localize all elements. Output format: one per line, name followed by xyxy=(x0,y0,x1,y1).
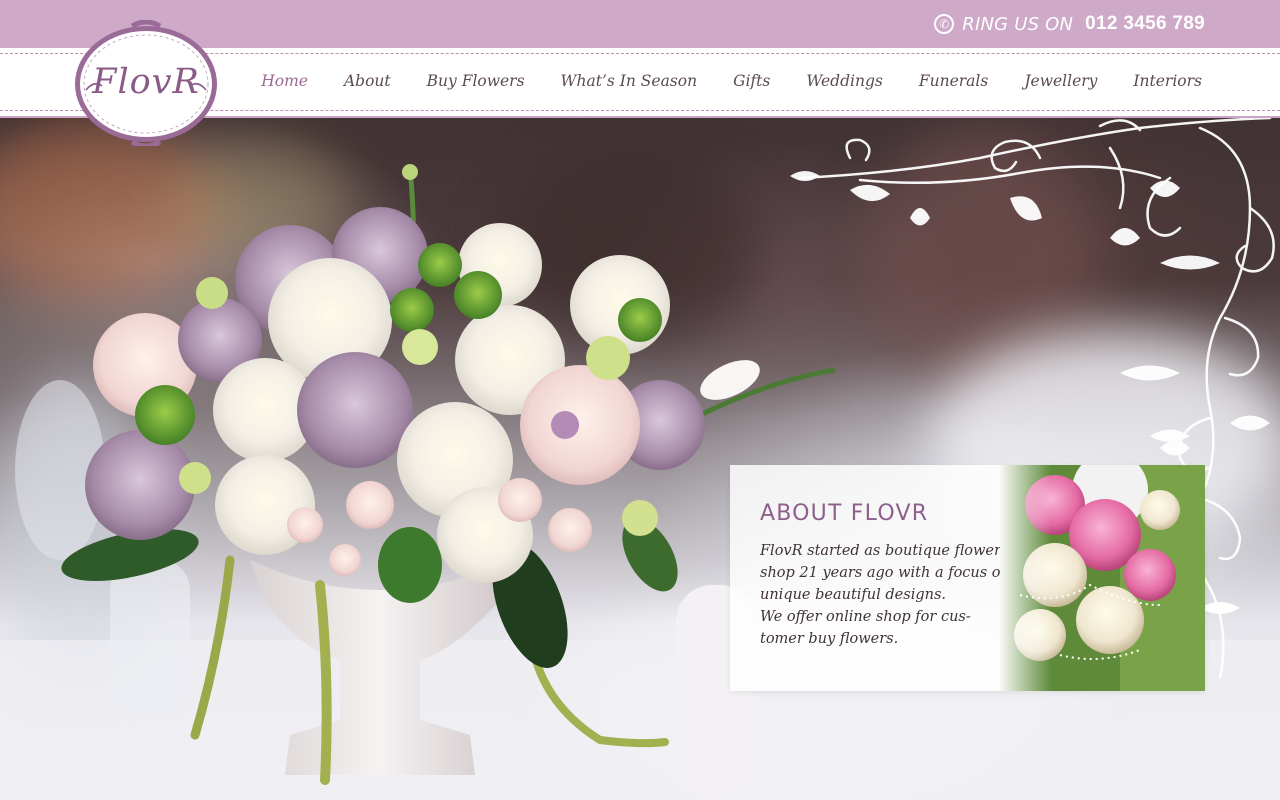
bouquet-photo xyxy=(1000,465,1205,691)
nav-item-whats-in-season[interactable]: What’s In Season xyxy=(561,72,698,90)
nav-item-about[interactable]: About xyxy=(344,72,391,90)
nav-item-interiors[interactable]: Interiors xyxy=(1133,72,1202,90)
about-title: ABOUT FLOVR xyxy=(760,501,929,526)
phone-icon: ✆ xyxy=(934,14,955,34)
nav-item-home[interactable]: Home xyxy=(261,72,308,90)
phone-prefix: RING US ON xyxy=(962,13,1074,35)
about-line: We offer online shop for cus- xyxy=(760,609,971,625)
about-card: ABOUT FLOVR FlovR started as boutique fl… xyxy=(730,465,1205,691)
main-nav: Home About Buy Flowers What’s In Season … xyxy=(225,72,1202,90)
phone-number[interactable]: 012 3456 789 xyxy=(1085,13,1205,35)
nav-item-buy-flowers[interactable]: Buy Flowers xyxy=(427,72,525,90)
nav-item-weddings[interactable]: Weddings xyxy=(806,72,883,90)
about-line: FlovR started as boutique flower xyxy=(760,543,1001,559)
about-text: FlovR started as boutique flower shop 21… xyxy=(760,540,1010,650)
about-line: shop 21 years ago with a focus on xyxy=(760,565,1010,581)
nav-item-jewellery[interactable]: Jewellery xyxy=(1024,72,1097,90)
logo-text: FlovR xyxy=(92,62,200,102)
brand-logo[interactable]: FlovR xyxy=(72,19,220,149)
about-line: tomer buy flowers. xyxy=(760,631,899,647)
about-line: unique beautiful designs. xyxy=(760,587,947,603)
nav-item-funerals[interactable]: Funerals xyxy=(919,72,988,90)
nav-item-gifts[interactable]: Gifts xyxy=(733,72,770,90)
phone-contact[interactable]: ✆ RING US ON 012 3456 789 xyxy=(934,12,1205,36)
